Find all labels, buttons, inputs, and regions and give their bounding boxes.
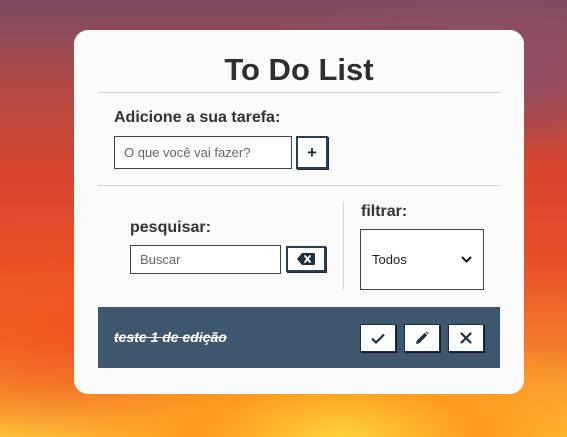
backspace-icon <box>297 253 315 265</box>
divider <box>98 185 500 186</box>
add-task-button[interactable]: + <box>296 136 328 169</box>
filter-selected-value: Todos <box>372 252 407 267</box>
add-task-input[interactable] <box>114 136 292 169</box>
clear-search-button[interactable] <box>286 246 326 272</box>
check-icon <box>371 333 385 344</box>
filter-label: filtrar: <box>361 203 408 220</box>
todo-item-text: teste 1 de edição <box>114 329 227 345</box>
edit-task-button[interactable] <box>404 324 440 352</box>
search-label: pesquisar: <box>130 219 211 236</box>
section-divider <box>343 202 344 290</box>
page-title: To Do List <box>224 52 374 87</box>
todo-card: To Do List Adicione a sua tarefa: + pesq… <box>74 30 524 394</box>
add-task-label: Adicione a sua tarefa: <box>114 109 281 126</box>
divider <box>98 92 500 93</box>
close-icon <box>460 332 472 344</box>
filter-select[interactable]: Todos <box>360 229 484 290</box>
chevron-down-icon <box>461 256 472 263</box>
todo-item: teste 1 de edição <box>98 307 500 368</box>
complete-task-button[interactable] <box>360 324 396 352</box>
search-input[interactable] <box>130 245 281 274</box>
remove-task-button[interactable] <box>448 324 484 352</box>
pencil-icon <box>416 331 429 344</box>
